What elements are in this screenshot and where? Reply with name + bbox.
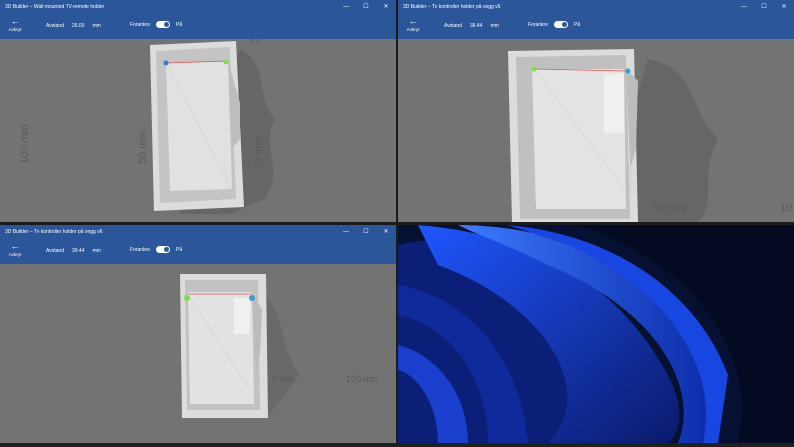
title-bar: 3D Builder – Tv kontroller holder på veg… [398,0,794,13]
back-button[interactable]: ← Avbryt [403,16,423,36]
anchor-toggle[interactable] [156,246,171,253]
title-bar: 3D Builder – Wall mounted TV-remote hold… [0,0,396,13]
anchor-toggle-group: Forankre På [130,246,182,253]
ruler-label: 100 mm [19,124,31,164]
minimize-button[interactable]: — [734,4,754,10]
3d-viewport[interactable]: 0 mm 100 mm [0,264,396,443]
ruler-label: 5 [250,39,261,43]
close-button[interactable]: ✕ [774,3,794,10]
builder-window-2: 3D Builder – Tv kontroller holder på veg… [398,0,794,222]
anchor-label: Forankre [130,21,151,28]
back-arrow-icon: ← [408,16,418,26]
measure-label: Avstand [46,23,64,29]
builder-window-3: 3D Builder – Tv kontroller holder på veg… [0,225,396,443]
measure-readout: Avstand 26.00 mm [46,23,101,29]
close-button[interactable]: ✕ [376,3,396,10]
minimize-button[interactable]: — [336,4,356,10]
maximize-button[interactable]: ☐ [356,3,376,10]
maximize-button[interactable]: ☐ [754,3,774,10]
measure-unit: mm [92,248,101,254]
back-button[interactable]: ← Avbryt [5,241,25,261]
anchor-label: Forankre [528,21,549,28]
anchor-toggle[interactable] [554,21,569,28]
back-arrow-icon: ← [10,241,20,251]
model-scene: 50 mm 10 [508,49,792,222]
measure-label: Avstand [444,23,462,29]
measure-toolbar: ← Avbryt Avstand 36.44 mm Forankre På [398,13,794,39]
ruler-label: 100 mm [346,374,379,384]
window-title: 3D Builder – Wall mounted TV-remote hold… [5,3,105,10]
model-scene: 0 mm 100 mm [180,274,379,418]
anchor-toggle[interactable] [156,21,171,28]
measure-unit: mm [92,23,101,29]
desktop: 3D Builder – Wall mounted TV-remote hold… [0,0,794,447]
ruler-label: 50 mm [653,202,687,214]
anchor-state: På [574,21,581,28]
back-button[interactable]: ← Avbryt [5,16,25,36]
minimize-button[interactable]: — [336,229,356,235]
close-button[interactable]: ✕ [376,228,396,235]
measure-value[interactable]: 26.00 [72,23,85,29]
ruler-label: 10 [780,202,792,214]
back-label: Avbryt [406,27,420,32]
measure-value[interactable]: 36.44 [470,23,483,29]
maximize-button[interactable]: ☐ [356,228,376,235]
measure-toolbar: ← Avbryt Avstand 39.44 mm Forankre På [0,238,396,264]
back-label: Avbryt [8,252,22,257]
back-arrow-icon: ← [10,16,20,26]
desktop-wallpaper [398,225,794,443]
measure-readout: Avstand 36.44 mm [444,23,499,29]
model-scene: 100 mm 50 mm 0 mm 5 [19,39,275,214]
measure-value[interactable]: 39.44 [72,248,85,254]
taskbar[interactable] [0,443,794,447]
3d-viewport[interactable]: 100 mm 50 mm 0 mm 5 [0,39,396,222]
title-bar: 3D Builder – Tv kontroller holder på veg… [0,225,396,238]
anchor-label: Forankre [130,246,151,253]
anchor-state: På [176,246,183,253]
measure-readout: Avstand 39.44 mm [46,248,101,254]
ruler-label: 0 mm [272,374,295,384]
measure-unit: mm [490,23,499,29]
builder-window-1: 3D Builder – Wall mounted TV-remote hold… [0,0,396,222]
ruler-label: 50 mm [137,130,149,164]
bloom-wallpaper-image [398,225,794,443]
ruler-label: 0 mm [253,137,265,165]
anchor-toggle-group: Forankre På [130,21,182,28]
anchor-toggle-group: Forankre På [528,21,580,28]
measure-toolbar: ← Avbryt Avstand 26.00 mm Forankre På [0,13,396,39]
window-title: 3D Builder – Tv kontroller holder på veg… [403,3,501,10]
back-label: Avbryt [8,27,22,32]
3d-viewport[interactable]: 50 mm 10 [398,39,794,222]
window-title: 3D Builder – Tv kontroller holder på veg… [5,228,103,235]
anchor-state: På [176,21,183,28]
measure-label: Avstand [46,248,64,254]
